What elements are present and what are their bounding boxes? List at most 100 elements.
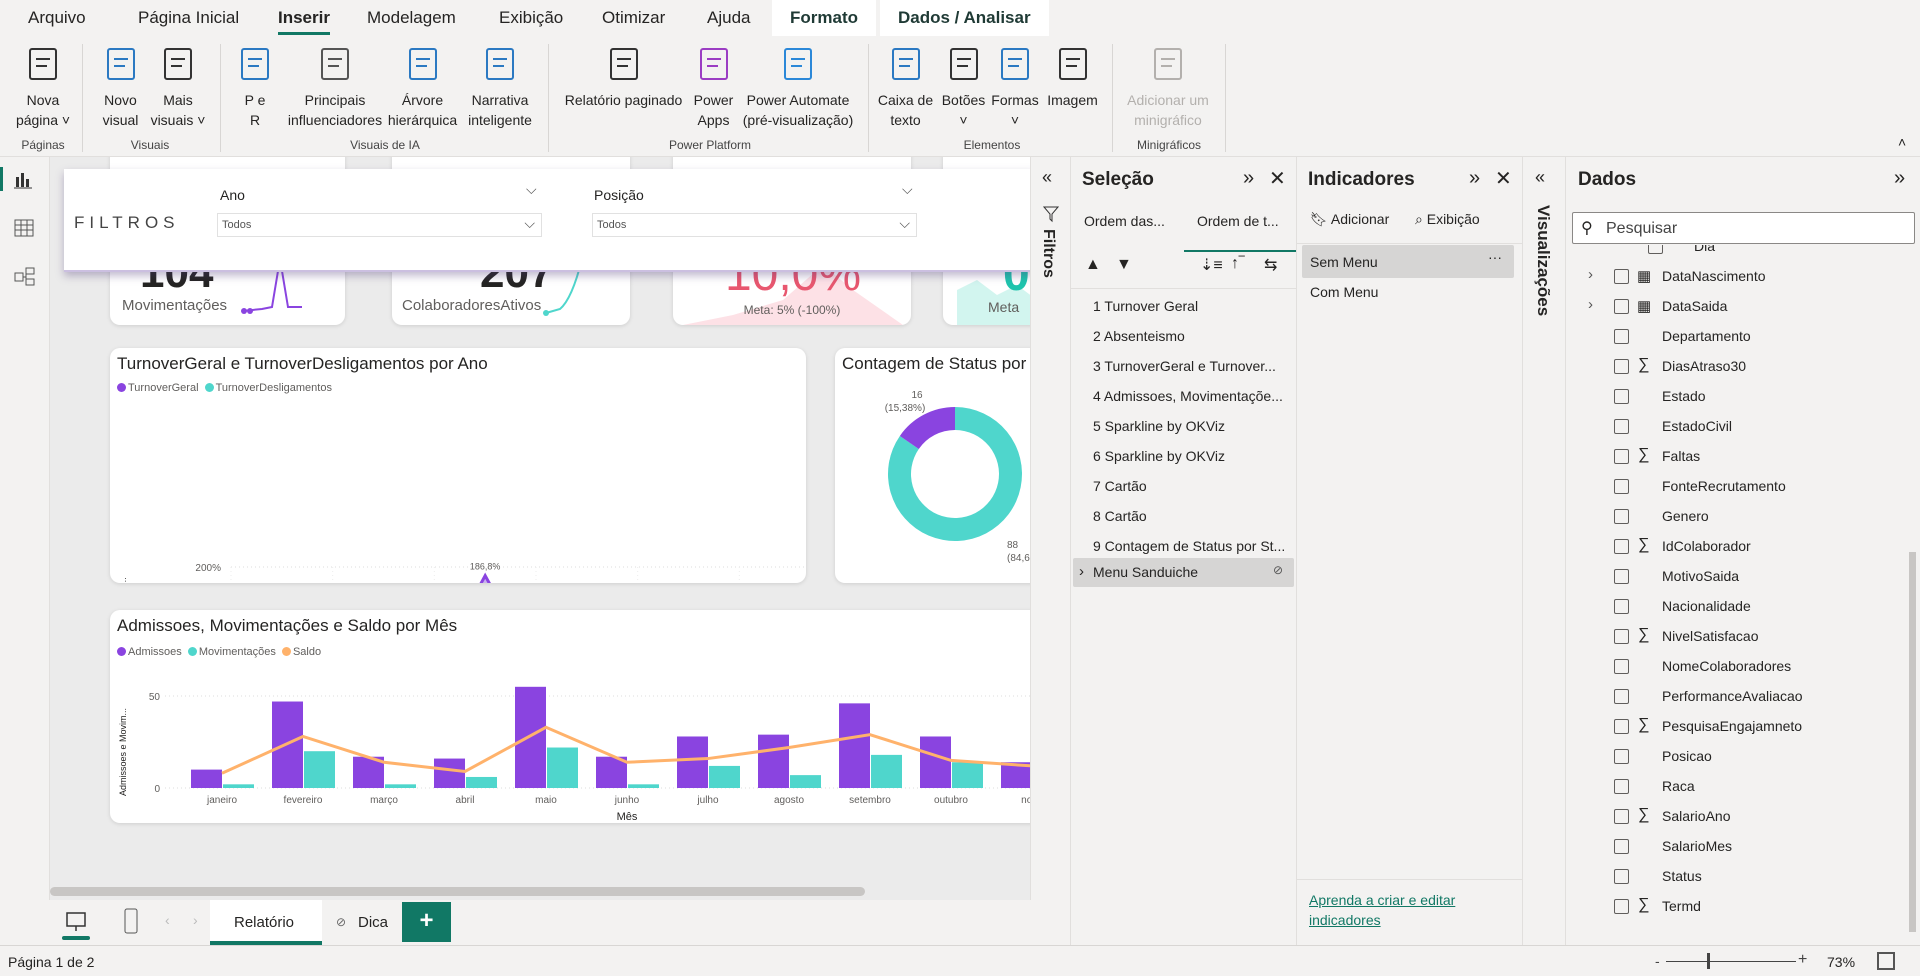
chevron-right-icon[interactable]: › — [1588, 266, 1593, 283]
new-visual-button[interactable]: Novo visual — [88, 44, 153, 130]
zoom-out-button[interactable]: - — [1655, 953, 1660, 969]
tab-tab-order[interactable]: Ordem de t... — [1197, 213, 1279, 229]
field-item[interactable]: MotivoSaida — [1566, 562, 1906, 592]
selection-item[interactable]: 5 Sparkline by OKViz — [1093, 418, 1225, 434]
field-checkbox[interactable] — [1648, 245, 1663, 254]
mobile-layout-icon[interactable] — [124, 908, 138, 934]
sort-icon[interactable]: ⇣≡ — [1200, 255, 1223, 275]
data-pane-scrollbar[interactable] — [1909, 552, 1916, 932]
field-checkbox[interactable] — [1614, 689, 1629, 704]
field-item[interactable]: NomeColaboradores — [1566, 652, 1906, 682]
field-checkbox[interactable] — [1614, 539, 1629, 554]
paginated-report-button[interactable]: Relatório paginado — [556, 44, 691, 110]
field-checkbox[interactable] — [1614, 599, 1629, 614]
fit-to-page-icon[interactable] — [1877, 952, 1895, 970]
selection-item[interactable]: 4 Admissoes, Movimentaçõe... — [1093, 388, 1283, 404]
collapse-icon[interactable]: » — [1243, 167, 1254, 190]
tab-arquivo[interactable]: Arquivo — [28, 8, 86, 28]
field-item[interactable]: › ▦ DataNascimento — [1566, 262, 1906, 292]
field-item[interactable]: ∑ PesquisaEngajamneto — [1566, 712, 1906, 742]
prev-page-icon[interactable]: ‹ — [165, 912, 170, 928]
field-checkbox[interactable] — [1614, 329, 1629, 344]
shapes-button[interactable]: Formas ˅ — [987, 44, 1043, 130]
chevron-right-icon[interactable]: › — [1588, 296, 1593, 313]
field-checkbox[interactable] — [1614, 809, 1629, 824]
field-item[interactable]: Posicao — [1566, 742, 1906, 772]
more-visuals-button[interactable]: Mais visuais ˅ — [147, 44, 209, 130]
field-item[interactable]: Nacionalidade — [1566, 592, 1906, 622]
selection-item[interactable]: 2 Absenteismo — [1093, 328, 1185, 344]
field-item[interactable]: FonteRecrutamento — [1566, 472, 1906, 502]
filters-pane-collapsed[interactable]: « Filtros — [1030, 157, 1070, 945]
field-item[interactable]: Departamento — [1566, 322, 1906, 352]
decomposition-tree-button[interactable]: Árvore hierárquica — [385, 44, 460, 130]
bookmark-item[interactable]: Sem Menu ··· — [1302, 245, 1514, 278]
field-checkbox[interactable] — [1614, 629, 1629, 644]
model-view-icon[interactable] — [14, 267, 36, 287]
field-item[interactable]: ∑ IdColaborador — [1566, 532, 1906, 562]
add-bookmark-button[interactable]: 🔖︎ Adicionar — [1310, 211, 1389, 228]
selection-item[interactable]: 3 TurnoverGeral e Turnover... — [1093, 358, 1276, 374]
field-checkbox[interactable] — [1614, 899, 1629, 914]
selection-item[interactable]: 7 Cartão — [1093, 478, 1147, 494]
tab-modelagem[interactable]: Modelagem — [367, 8, 456, 28]
field-item[interactable]: ∑ NivelSatisfacao — [1566, 622, 1906, 652]
field-item[interactable]: PerformanceAvaliacao — [1566, 682, 1906, 712]
bookmark-item[interactable]: Com Menu — [1310, 284, 1378, 300]
close-icon[interactable]: ✕ — [1269, 166, 1286, 191]
smart-narrative-button[interactable]: Narrativa inteligente — [460, 44, 540, 130]
field-item[interactable]: ∑ Faltas — [1566, 442, 1906, 472]
field-item[interactable]: Dia — [1566, 245, 1906, 262]
tab-formato[interactable]: Formato — [772, 0, 876, 36]
field-item[interactable]: Estado — [1566, 382, 1906, 412]
field-item[interactable]: SalarioMes — [1566, 832, 1906, 862]
collapse-ribbon-icon[interactable]: ˄ — [1898, 134, 1906, 150]
expand-icon[interactable]: « — [1042, 167, 1052, 188]
field-checkbox[interactable] — [1614, 719, 1629, 734]
next-page-icon[interactable]: › — [193, 912, 198, 928]
zoom-slider-thumb[interactable] — [1707, 953, 1710, 969]
field-item[interactable]: EstadoCivil — [1566, 412, 1906, 442]
add-page-button[interactable]: + — [402, 902, 451, 942]
field-checkbox[interactable] — [1614, 359, 1629, 374]
field-checkbox[interactable] — [1614, 449, 1629, 464]
new-page-button[interactable]: Nova página ˅ — [8, 44, 78, 130]
canvas-horizontal-scrollbar[interactable] — [50, 887, 865, 896]
field-item[interactable]: ∑ DiasAtraso30 — [1566, 352, 1906, 382]
tab-otimizar[interactable]: Otimizar — [602, 8, 665, 28]
power-automate-button[interactable]: Power Automate (pré-visualização) — [738, 44, 858, 130]
field-checkbox[interactable] — [1614, 779, 1629, 794]
close-icon[interactable]: ✕ — [1495, 166, 1512, 191]
report-view-icon[interactable] — [14, 171, 34, 189]
more-options-icon[interactable]: ··· — [1488, 249, 1502, 265]
field-item[interactable]: Raca — [1566, 772, 1906, 802]
field-item[interactable]: ∑ SalarioAno — [1566, 802, 1906, 832]
move-down-icon[interactable]: ▼ — [1116, 256, 1132, 274]
turnover-chart-card[interactable]: TurnoverGeral e TurnoverDesligamentos po… — [110, 348, 806, 583]
power-apps-button[interactable]: Power Apps — [686, 44, 741, 130]
field-checkbox[interactable] — [1614, 869, 1629, 884]
status-donut-card[interactable]: Contagem de Status por 16 (15,38%) 88 (84,6 — [835, 348, 1030, 583]
selection-item[interactable]: 6 Sparkline by OKViz — [1093, 448, 1225, 464]
tab-exibicao[interactable]: Exibição — [499, 8, 563, 28]
selection-item[interactable]: 1 Turnover Geral — [1093, 298, 1198, 314]
tab-ajuda[interactable]: Ajuda — [707, 8, 750, 28]
key-influencers-button[interactable]: Principais influenciadores — [280, 44, 390, 130]
selection-item[interactable]: 9 Contagem de Status por St... — [1093, 538, 1285, 554]
view-bookmark-button[interactable]: ⌕ Exibição — [1415, 211, 1480, 228]
chevron-down-icon[interactable]: ⌵ — [902, 181, 913, 198]
bring-front-icon[interactable]: ↑‾ — [1231, 255, 1244, 273]
image-button[interactable]: Imagem — [1040, 44, 1105, 110]
field-checkbox[interactable] — [1614, 299, 1629, 314]
tab-inserir[interactable]: Inserir — [278, 8, 330, 35]
field-checkbox[interactable] — [1614, 509, 1629, 524]
field-checkbox[interactable] — [1614, 839, 1629, 854]
expand-icon[interactable]: « — [1535, 167, 1545, 188]
field-checkbox[interactable] — [1614, 749, 1629, 764]
page-tab-relatorio[interactable]: Relatório — [210, 900, 322, 945]
field-checkbox[interactable] — [1614, 269, 1629, 284]
qa-button[interactable]: P e R — [230, 44, 280, 130]
ano-dropdown[interactable]: Todos ⌵ — [217, 213, 542, 237]
desktop-layout-icon[interactable] — [65, 911, 87, 933]
chevron-right-icon[interactable]: › — [1079, 563, 1084, 580]
